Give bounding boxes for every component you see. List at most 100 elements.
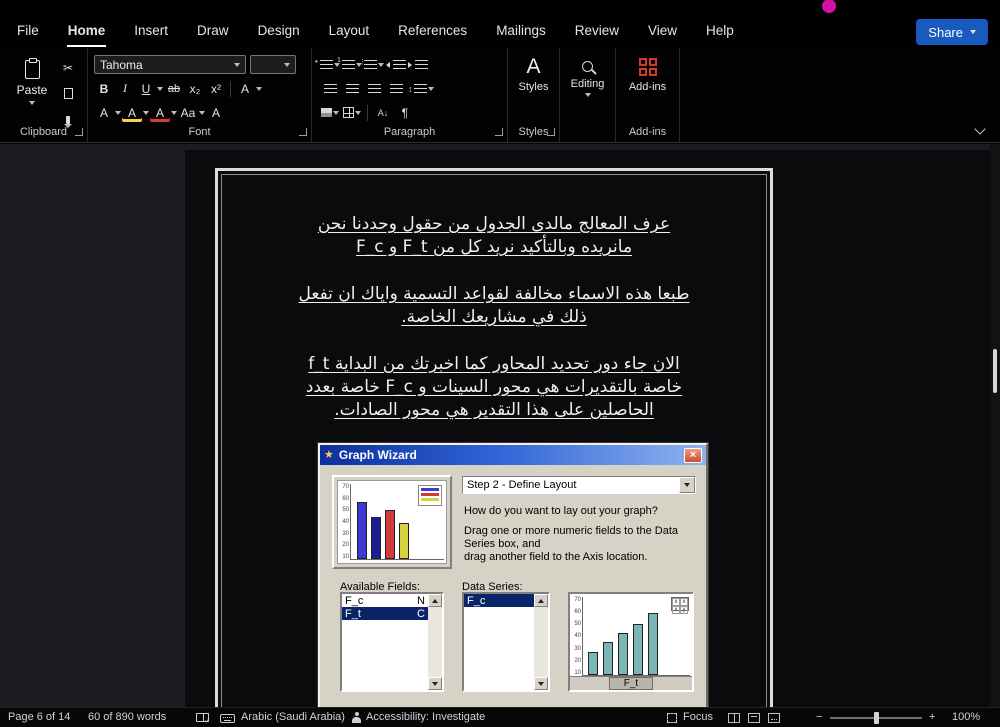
focus-button[interactable]: Focus [683,711,713,723]
tab-design[interactable]: Design [257,20,301,47]
chevron-down-icon[interactable] [157,87,163,91]
document-page[interactable]: عرف المعالج مالدى الجدول من حقول وحددنا … [185,150,990,707]
paste-button[interactable]: Paste [12,56,52,128]
paragraph-group: ↕ A↓ ¶ Paragraph [312,48,508,142]
align-center-button[interactable] [342,79,362,98]
tab-insert[interactable]: Insert [133,20,169,47]
tab-mailings[interactable]: Mailings [495,20,547,47]
subscript-button[interactable]: x₂ [185,79,205,98]
tab-file[interactable]: File [16,20,40,47]
show-hide-pilcrow-button[interactable]: ¶ [395,103,415,122]
tab-help[interactable]: Help [705,20,735,47]
justify-button[interactable] [386,79,406,98]
styles-button[interactable]: A Styles [508,56,559,93]
italic-button[interactable]: I [115,79,135,98]
close-icon: × [684,448,702,463]
chevron-down-icon[interactable] [115,111,121,115]
tab-home[interactable]: Home [67,20,107,47]
field-name: F_t [345,608,413,620]
change-case-button[interactable]: Aa [178,103,198,122]
styles-icon: A [526,56,540,78]
language-status[interactable]: Arabic (Saudi Arabia) [241,711,345,723]
underline-button[interactable]: U [136,79,156,98]
align-left-icon [368,84,381,93]
clear-formatting-button[interactable]: A [206,103,226,122]
editing-button[interactable]: Editing [560,56,615,97]
graph-wizard-image[interactable]: ★ Graph Wizard × 70605040302010 Step 2 -… [318,443,708,707]
text-effects-styles-button[interactable]: A [94,103,114,122]
font-color-button[interactable]: A [150,103,170,122]
document-workspace: عرف المعالج مالدى الجدول من حقول وحددنا … [0,144,1000,707]
shading-button[interactable] [320,103,340,122]
sort-button[interactable]: A↓ [373,103,393,122]
page-number-status[interactable]: Page 6 of 14 [8,711,70,723]
share-button[interactable]: Share [916,19,988,45]
paste-label: Paste [17,83,48,97]
zoom-in-button[interactable]: + [929,711,935,723]
decrease-indent-button[interactable] [386,55,406,74]
chevron-down-icon[interactable] [199,111,205,115]
scrollbar-thumb[interactable] [993,349,997,393]
cut-button[interactable]: ✂ [58,58,78,77]
superscript-button[interactable]: x² [206,79,226,98]
chevron-down-icon [284,63,290,67]
multilevel-list-button[interactable] [364,55,384,74]
shading-icon [321,108,332,117]
multilevel-list-icon [364,60,377,69]
text-line: طبعا هذه الاسماء مخالفة لقواعد التسمية و… [258,283,730,306]
align-right-button[interactable] [320,79,340,98]
text-line: الحاصلين على هذا التقدير هي محور الصادات… [258,399,730,422]
text-effects-button[interactable]: A [235,79,255,98]
chevron-down-icon[interactable] [143,111,149,115]
indent-icon [408,62,412,68]
keyboard-icon [220,714,235,723]
web-layout-icon[interactable] [768,713,780,723]
bold-button[interactable]: B [94,79,114,98]
styles-dialog-launcher[interactable] [547,128,555,136]
ribbon-spacer [680,48,1000,142]
print-layout-icon[interactable] [748,713,760,723]
addins-button[interactable]: Add-ins [616,56,679,93]
graph-wizard-icon: ★ [324,450,334,461]
font-name-combobox[interactable]: Tahoma [94,55,246,74]
tab-review[interactable]: Review [574,20,620,47]
strikethrough-button[interactable]: ab [164,79,184,98]
field-type: C [417,608,425,620]
chevron-down-icon [428,87,434,91]
wizard-title-bar: ★ Graph Wizard × [320,445,706,465]
ribbon-tabs: File Home Insert Draw Design Layout Refe… [16,20,735,47]
styles-button-label: Styles [519,81,549,93]
paragraph-dialog-launcher[interactable] [495,128,503,136]
presence-avatar[interactable] [822,0,836,13]
align-left-button[interactable] [364,79,384,98]
font-dialog-launcher[interactable] [299,128,307,136]
chevron-down-icon[interactable] [171,111,177,115]
proofing-icon[interactable] [196,713,209,722]
increase-indent-button[interactable] [408,55,428,74]
axis-field-strip: F_t [570,676,692,690]
tab-references[interactable]: References [397,20,468,47]
line-spacing-button[interactable]: ↕ [408,79,434,98]
read-mode-icon[interactable] [728,713,740,723]
tab-layout[interactable]: Layout [328,20,371,47]
vertical-scrollbar[interactable] [990,144,1000,707]
font-size-combobox[interactable] [250,55,296,74]
chevron-down-icon [585,93,591,97]
text-highlight-color-button[interactable]: A [122,103,142,122]
borders-button[interactable] [342,103,362,122]
tab-draw[interactable]: Draw [196,20,230,47]
chevron-down-icon[interactable] [256,87,262,91]
zoom-slider-thumb[interactable] [874,712,879,724]
zoom-out-button[interactable]: − [816,711,822,723]
paragraph: طبعا هذه الاسماء مخالفة لقواعد التسمية و… [258,283,730,329]
accessibility-icon [352,712,361,723]
accessibility-status[interactable]: Accessibility: Investigate [366,711,485,723]
zoom-level[interactable]: 100% [952,711,980,723]
collapse-ribbon-button[interactable] [974,123,985,134]
copy-button[interactable] [58,84,78,103]
word-count-status[interactable]: 60 of 890 words [88,711,166,723]
clipboard-dialog-launcher[interactable] [75,128,83,136]
document-text: عرف المعالج مالدى الجدول من حقول وحددنا … [258,213,730,446]
tab-view[interactable]: View [647,20,678,47]
zoom-slider[interactable] [830,717,922,719]
